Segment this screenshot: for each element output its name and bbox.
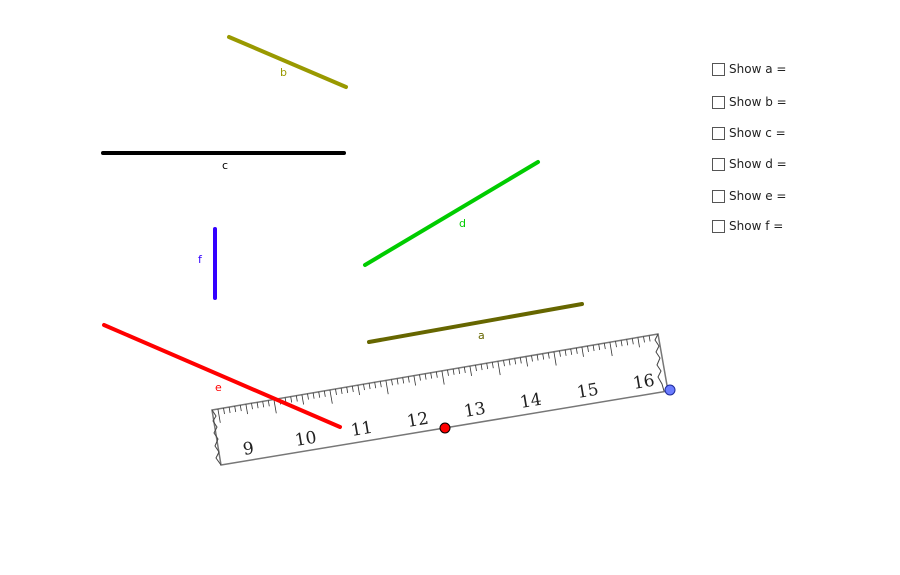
checkbox-label: Show c = (729, 126, 786, 140)
segment-b[interactable] (227, 35, 348, 89)
checkbox-show-d[interactable]: Show d = (712, 156, 787, 172)
geometry-canvas: 9 10 11 12 13 14 15 16 b c d f a e (101, 35, 676, 466)
checkbox-label: Show d = (729, 157, 787, 171)
segment-f-label: f (198, 253, 203, 266)
segment-a[interactable] (367, 302, 584, 344)
ruler-drag-handle-red[interactable] (439, 422, 451, 434)
checkbox-box[interactable] (712, 219, 725, 233)
checkbox-label: Show b = (729, 95, 787, 109)
ruler-number: 15 (575, 380, 600, 403)
checkbox-show-a[interactable]: Show a = (712, 61, 786, 77)
ruler-number: 14 (518, 390, 543, 413)
checkbox-show-b[interactable]: Show b = (712, 94, 787, 110)
checkbox-show-e[interactable]: Show e = (712, 188, 786, 204)
segment-c-label: c (222, 159, 228, 172)
ruler-rotate-handle-blue[interactable] (664, 384, 676, 396)
ruler-number: 10 (293, 428, 318, 451)
checkbox-show-c[interactable]: Show c = (712, 125, 786, 141)
checkbox-label: Show e = (729, 189, 787, 203)
ruler-number: 11 (349, 418, 374, 441)
checkbox-box[interactable] (712, 95, 725, 109)
checkbox-box[interactable] (712, 126, 725, 140)
segment-d[interactable] (363, 160, 540, 267)
ruler-number: 12 (405, 409, 430, 432)
segment-e-label: e (215, 381, 222, 394)
checkbox-show-f[interactable]: Show f = (712, 218, 783, 234)
segment-a-label: a (478, 329, 485, 342)
ruler-number: 16 (631, 371, 656, 394)
checkbox-label: Show f = (729, 219, 784, 233)
checkbox-label: Show a = (729, 62, 787, 76)
checkbox-box[interactable] (712, 189, 725, 203)
checkbox-box[interactable] (712, 62, 725, 76)
segment-d-label: d (459, 217, 466, 230)
checkbox-box[interactable] (712, 157, 725, 171)
segment-b-label: b (280, 66, 287, 79)
ruler-number: 13 (462, 399, 487, 422)
